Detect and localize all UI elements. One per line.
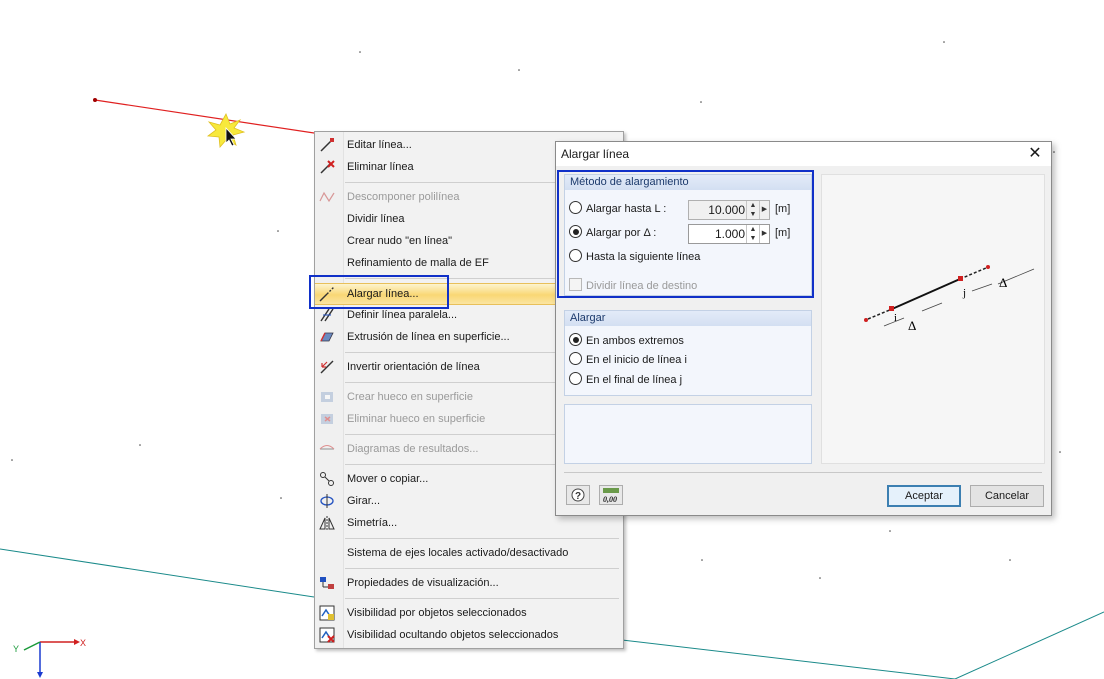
menu-item-label: Girar... bbox=[347, 495, 381, 507]
move-copy-icon bbox=[320, 472, 334, 486]
dialog-title-bar: Alargar línea ✕ bbox=[556, 142, 1051, 166]
radio-both-ends[interactable]: En ambos extremos bbox=[569, 332, 684, 350]
comment-box bbox=[564, 404, 812, 464]
model-line-left bbox=[0, 548, 315, 598]
preview-panel: i j Δ Δ bbox=[821, 174, 1045, 464]
mirror-icon bbox=[319, 516, 335, 530]
cancel-button[interactable]: Cancelar bbox=[970, 485, 1044, 507]
menu-item-label: Eliminar hueco en superficie bbox=[347, 413, 486, 425]
menu-item-label: Editar línea... bbox=[347, 139, 412, 151]
result-diagram-icon bbox=[319, 445, 335, 450]
radio-label: En el final de línea j bbox=[586, 374, 683, 386]
menu-item-label: Sistema de ejes locales activado/desacti… bbox=[347, 547, 569, 559]
delete-line-icon bbox=[320, 160, 335, 174]
extend-group-header: Alargar bbox=[565, 311, 811, 326]
menu-item-label: Simetría... bbox=[347, 517, 398, 529]
radio-label: En el inicio de línea i bbox=[586, 354, 687, 366]
explode-polyline-icon bbox=[319, 191, 335, 203]
menu-item-label: Crear hueco en superficie bbox=[347, 391, 473, 403]
calculator-text: 0,00 bbox=[603, 495, 617, 504]
visibility-selected-icon bbox=[319, 605, 335, 621]
reverse-orientation-icon bbox=[320, 360, 334, 374]
menu-separator bbox=[345, 598, 619, 599]
node-j-label: j bbox=[962, 287, 966, 299]
menu-item-label: Visibilidad por objetos seleccionados bbox=[347, 607, 527, 619]
radio-end-end[interactable]: En el final de línea j bbox=[569, 371, 682, 389]
help-button[interactable]: ? bbox=[566, 485, 590, 505]
menu-item-label: Visibilidad ocultando objetos selecciona… bbox=[347, 629, 559, 641]
radio-button[interactable] bbox=[569, 372, 582, 385]
help-icon: ? bbox=[571, 488, 585, 502]
annotation-box-method bbox=[557, 170, 814, 298]
axis-label-x: X bbox=[80, 638, 87, 648]
extrude-icon bbox=[320, 332, 334, 342]
menu-item-local-axes[interactable]: Sistema de ejes locales activado/desacti… bbox=[315, 542, 623, 564]
delta-start-label: Δ bbox=[908, 318, 916, 333]
menu-item-label: Extrusión de línea en superficie... bbox=[347, 331, 510, 343]
ok-button[interactable]: Aceptar bbox=[887, 485, 961, 507]
menu-item-display-properties[interactable]: Propiedades de visualización... bbox=[315, 572, 623, 594]
axis-triad-icon bbox=[23, 639, 80, 678]
menu-item-label: Mover o copiar... bbox=[347, 473, 429, 485]
extend-group: Alargar En ambos extremos En el inicio d… bbox=[564, 310, 812, 396]
delta-end-label: Δ bbox=[999, 275, 1007, 290]
selected-line bbox=[94, 99, 315, 134]
parallel-line-icon bbox=[320, 308, 334, 322]
menu-item-label: Invertir orientación de línea bbox=[347, 361, 480, 373]
edit-line-icon bbox=[320, 138, 334, 152]
menu-item-label: Eliminar línea bbox=[347, 161, 414, 173]
radio-start-end[interactable]: En el inicio de línea i bbox=[569, 351, 687, 369]
create-opening-icon bbox=[321, 392, 333, 402]
menu-separator bbox=[345, 568, 619, 569]
close-icon[interactable]: ✕ bbox=[1025, 144, 1045, 164]
menu-item-visibility-hide[interactable]: Visibilidad ocultando objetos selecciona… bbox=[315, 624, 623, 646]
visibility-hide-icon bbox=[319, 627, 335, 643]
menu-item-label: Dividir línea bbox=[347, 213, 405, 225]
menu-item-visibility-selected[interactable]: Visibilidad por objetos seleccionados bbox=[315, 602, 623, 624]
line-node bbox=[93, 98, 97, 102]
node-i-label: i bbox=[894, 312, 897, 324]
menu-item-label: Crear nudo "en línea" bbox=[347, 235, 453, 247]
dialog-title: Alargar línea bbox=[561, 147, 630, 161]
svg-text:?: ? bbox=[575, 491, 581, 502]
menu-item-label: Refinamiento de malla de EF bbox=[347, 257, 489, 269]
radio-label: En ambos extremos bbox=[586, 335, 684, 347]
extension-diagram: i j Δ Δ bbox=[864, 265, 1035, 333]
radio-button[interactable] bbox=[569, 333, 582, 346]
calculator-icon: 0,00 bbox=[603, 488, 619, 504]
axis-label-y: Y bbox=[13, 644, 20, 654]
calculator-button[interactable]: 0,00 bbox=[599, 485, 623, 505]
menu-item-label: Propiedades de visualización... bbox=[347, 577, 499, 589]
footer-divider bbox=[564, 472, 1042, 473]
display-properties-icon bbox=[320, 577, 334, 589]
menu-item-label: Diagramas de resultados... bbox=[347, 443, 479, 455]
menu-separator bbox=[345, 538, 619, 539]
rotate-icon bbox=[320, 494, 334, 508]
radio-button[interactable] bbox=[569, 352, 582, 365]
model-line-right bbox=[954, 611, 1104, 679]
model-line-bottom bbox=[621, 639, 956, 679]
menu-item-label: Descomponer polilínea bbox=[347, 191, 460, 203]
annotation-box-menu bbox=[309, 275, 449, 309]
delete-opening-icon bbox=[321, 414, 333, 424]
